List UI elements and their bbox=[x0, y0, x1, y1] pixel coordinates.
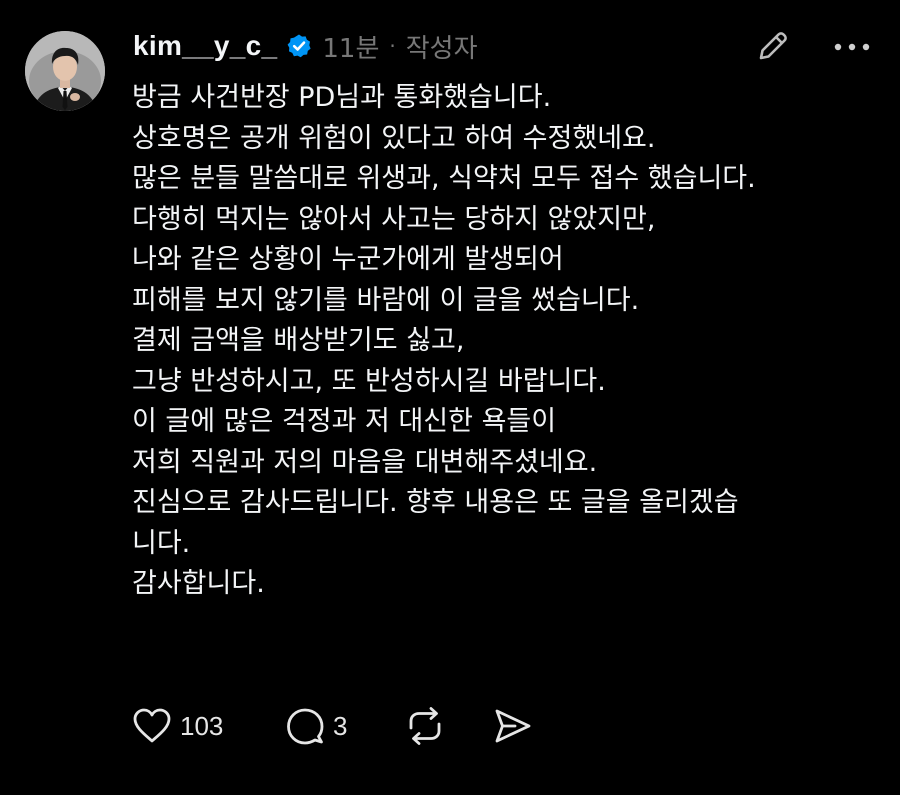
pencil-icon bbox=[759, 32, 787, 60]
post-time[interactable]: 11분 bbox=[322, 28, 379, 65]
share-button[interactable] bbox=[493, 707, 533, 745]
post-line: 저희 직원과 저의 마음을 대변해주셨네요. bbox=[132, 446, 598, 478]
avatar-photo bbox=[25, 31, 105, 111]
username[interactable]: kim__y_c_ bbox=[133, 30, 277, 62]
post-line: 진심으로 감사드립니다. 향후 내용은 또 글을 올리겠습 bbox=[132, 487, 739, 518]
post-line: 니다. bbox=[132, 527, 191, 559]
avatar[interactable] bbox=[25, 31, 105, 111]
repost-icon bbox=[409, 707, 441, 745]
heart-icon bbox=[133, 708, 171, 743]
meta-separator: · bbox=[389, 34, 396, 58]
repost-button[interactable] bbox=[405, 706, 445, 746]
send-icon bbox=[495, 709, 531, 743]
author-tag: 작성자 bbox=[405, 33, 478, 64]
post-line: 다행히 먹지는 않아서 사고는 당하지 않았지만, bbox=[132, 203, 656, 235]
post-line: 피해를 보지 않기를 바람에 이 글을 썼습니다. bbox=[132, 284, 640, 316]
more-horizontal-icon bbox=[834, 43, 870, 51]
verified-badge-icon bbox=[286, 33, 312, 59]
post-line: 상호명은 공개 위험이 있다고 하여 수정했네요. bbox=[132, 122, 656, 154]
post-line: 이 글에 많은 걱정과 저 대신한 욕들이 bbox=[132, 406, 557, 437]
post-line: 결제 금액을 배상받기도 싫고, bbox=[132, 325, 465, 356]
reply-button[interactable]: 3 bbox=[285, 706, 355, 746]
post-line: 그냥 반성하시고, 또 반성하시길 바랍니다. bbox=[132, 365, 606, 397]
post-header: kim__y_c_ 11분 · 작성자 bbox=[133, 26, 478, 66]
post-body: 방금 사건반장 PD님과 통화했습니다. 상호명은 공개 위험이 있다고 하여 … bbox=[132, 78, 887, 605]
thread-post: kim__y_c_ 11분 · 작성자 방금 사건반장 PD님과 통화했습니다.… bbox=[0, 0, 900, 795]
reply-count: 3 bbox=[333, 710, 348, 741]
more-button[interactable] bbox=[832, 38, 872, 56]
like-button[interactable]: 103 bbox=[132, 707, 232, 745]
comment-icon bbox=[287, 708, 324, 745]
edit-button[interactable] bbox=[755, 28, 791, 64]
post-actions: 103 3 bbox=[132, 700, 533, 752]
post-line: 많은 분들 말씀대로 위생과, 식약처 모두 접수 했습니다. bbox=[132, 163, 756, 194]
like-count: 103 bbox=[180, 710, 224, 741]
post-line: 방금 사건반장 PD님과 통화했습니다. bbox=[132, 82, 552, 113]
post-line: 나와 같은 상황이 누군가에게 발생되어 bbox=[132, 244, 564, 275]
post-line: 감사합니다. bbox=[132, 568, 265, 599]
